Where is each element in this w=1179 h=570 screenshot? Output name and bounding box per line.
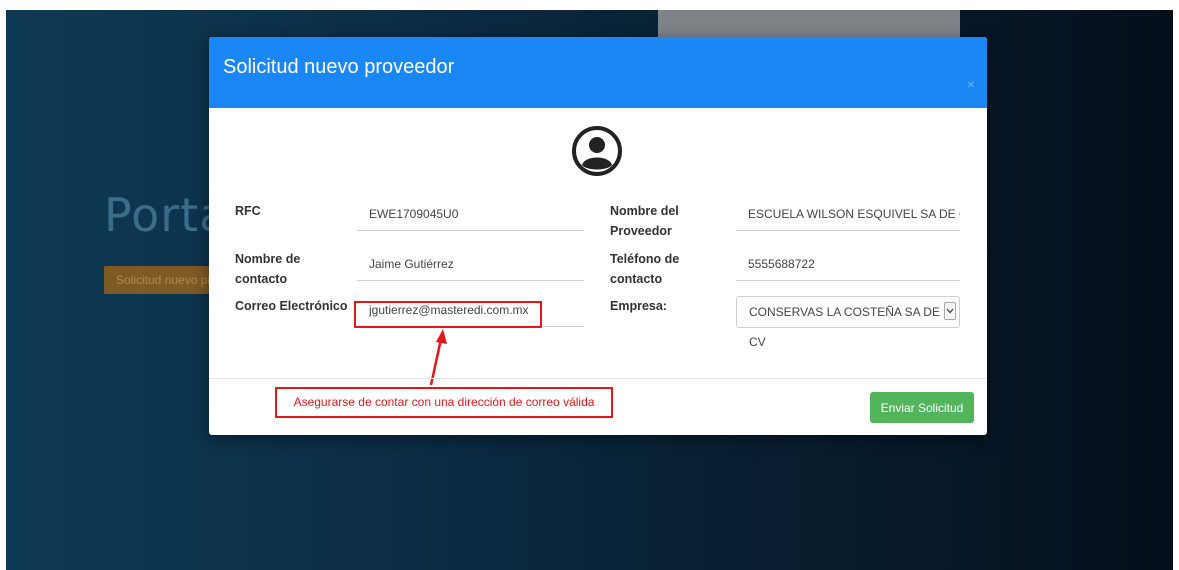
annotation-arrow <box>429 329 447 386</box>
new-supplier-modal: Solicitud nuevo proveedor × RFC Nombre d… <box>209 37 987 435</box>
submit-request-button[interactable]: Enviar Solicitud <box>870 392 974 423</box>
annotation-note: Asegurarse de contar con una dirección d… <box>275 387 613 418</box>
background-request-button[interactable]: Solicitud nuevo pr <box>104 266 224 294</box>
background-panel <box>658 10 960 40</box>
modal-footer-divider <box>209 378 987 379</box>
